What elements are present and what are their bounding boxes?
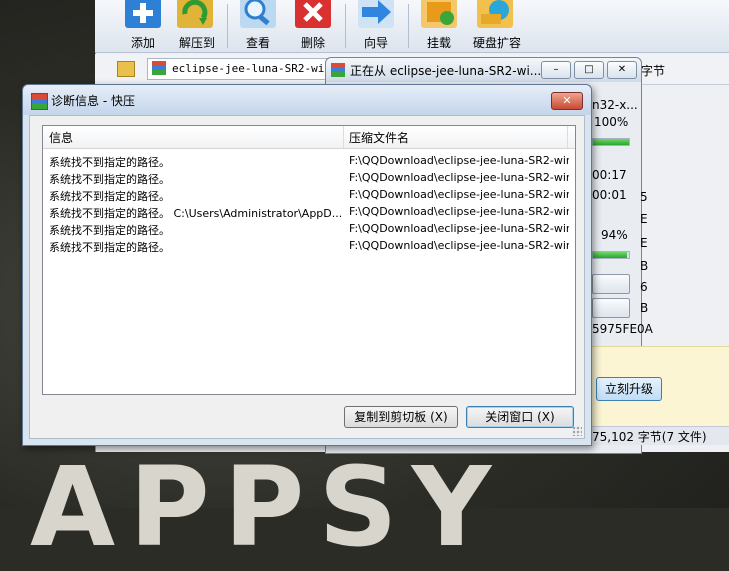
column-separator[interactable] (343, 126, 344, 148)
background-button[interactable] (592, 274, 630, 294)
disk-expand-icon (477, 0, 513, 28)
current-filename: n32-x... (592, 98, 638, 112)
list-item[interactable]: 系统找不到指定的路径。 F:\QQDownload\eclipse-jee-lu… (43, 152, 575, 169)
extract-label: 解压到 (178, 36, 215, 50)
mount-icon (421, 0, 457, 28)
info-cell: 系统找不到指定的路径。 C:\Users\Administrator\AppD.… (49, 207, 341, 220)
list-header: 信息 压缩文件名 (43, 126, 575, 149)
dialog-titlebar: 诊断信息 - 快压 ✕ (23, 85, 591, 115)
size-cell: E (640, 212, 648, 226)
upgrade-now-button[interactable]: 立刻升级 (596, 377, 662, 401)
pause-button[interactable] (592, 298, 630, 318)
mount-button[interactable]: 挂载 (409, 0, 469, 52)
total-percent: 100% (594, 115, 629, 129)
upgrade-panel: 立刻升级 (590, 346, 729, 427)
extract-icon (177, 0, 213, 28)
view-label: 查看 (245, 36, 270, 50)
add-button[interactable]: 添加 (113, 0, 173, 52)
info-cell: 系统找不到指定的路径。 (49, 224, 170, 237)
archive-cell: F:\QQDownload\eclipse-jee-luna-SR2-win..… (349, 239, 569, 252)
file-progress-bar (592, 251, 630, 259)
crc-cell: 5975FE0A (592, 322, 653, 336)
add-icon (125, 0, 161, 28)
app-icon (331, 63, 345, 77)
main-toolbar: 添加 解压到 查看 删除 向导 挂载 硬盘扩容 (95, 0, 729, 53)
status-bar: 75,102 字节(7 文件) (590, 426, 729, 445)
app-icon (31, 93, 48, 110)
progress-title: 正在从 eclipse-jee-luna-SR2-wi... (350, 64, 542, 78)
resize-grip[interactable] (572, 426, 582, 436)
info-cell: 系统找不到指定的路径。 (49, 173, 170, 186)
file-percent: 94% (601, 228, 628, 242)
view-icon (240, 0, 276, 28)
archive-cell: F:\QQDownload\eclipse-jee-luna-SR2-win..… (349, 222, 569, 235)
list-item[interactable]: 系统找不到指定的路径。 F:\QQDownload\eclipse-jee-lu… (43, 186, 575, 203)
list-item[interactable]: 系统找不到指定的路径。 C:\Users\Administrator\AppD.… (43, 203, 575, 220)
archive-cell: F:\QQDownload\eclipse-jee-luna-SR2-win..… (349, 188, 569, 201)
total-progress-fill (593, 139, 629, 145)
status-text: 75,102 字节(7 文件) (592, 430, 707, 444)
total-progress-bar (592, 138, 630, 146)
progress-titlebar: 正在从 eclipse-jee-luna-SR2-wi... – □ ✕ (326, 58, 641, 82)
list-item[interactable]: 系统找不到指定的路径。 F:\QQDownload\eclipse-jee-lu… (43, 220, 575, 237)
archive-cell: F:\QQDownload\eclipse-jee-luna-SR2-win..… (349, 205, 569, 218)
info-cell: 系统找不到指定的路径。 (49, 241, 170, 254)
disk-expand-button[interactable]: 硬盘扩容 (465, 0, 529, 52)
size-cell: E (640, 236, 648, 250)
size-cell: 5 (640, 190, 648, 204)
dialog-body: 信息 压缩文件名 系统找不到指定的路径。 F:\QQDownload\eclip… (29, 115, 585, 439)
wizard-icon (358, 0, 394, 28)
size-cell: 6 (640, 280, 648, 294)
list-item[interactable]: 系统找不到指定的路径。 F:\QQDownload\eclipse-jee-lu… (43, 237, 575, 254)
wizard-label: 向导 (363, 36, 388, 50)
info-cell: 系统找不到指定的路径。 (49, 156, 170, 169)
wizard-button[interactable]: 向导 (346, 0, 406, 52)
view-button[interactable]: 查看 (228, 0, 288, 52)
copy-to-clipboard-button[interactable]: 复制到剪切板 (X) (344, 406, 458, 428)
elapsed-time: 00:17 (592, 168, 627, 182)
dialog-title: 诊断信息 - 快压 (51, 94, 135, 108)
address-value: eclipse-jee-luna-SR2-win3 (172, 62, 338, 75)
column-header-archive[interactable]: 压缩文件名 (349, 129, 409, 146)
archive-cell: F:\QQDownload\eclipse-jee-luna-SR2-win..… (349, 154, 569, 167)
diagnostic-list[interactable]: 信息 压缩文件名 系统找不到指定的路径。 F:\QQDownload\eclip… (42, 125, 576, 395)
size-cell: B (640, 301, 649, 315)
delete-button[interactable]: 删除 (283, 0, 343, 52)
address-right-text: 字节 (641, 64, 666, 78)
remaining-time: 00:01 (592, 188, 627, 202)
archive-cell: F:\QQDownload\eclipse-jee-luna-SR2-win..… (349, 171, 569, 184)
archive-icon (152, 61, 166, 75)
list-item[interactable]: 系统找不到指定的路径。 F:\QQDownload\eclipse-jee-lu… (43, 169, 575, 186)
mount-label: 挂载 (426, 36, 451, 50)
add-label: 添加 (130, 36, 155, 50)
wallpaper-logo-text: APPSY (30, 443, 506, 571)
size-cell: B (640, 259, 649, 273)
disk-expand-label: 硬盘扩容 (472, 36, 521, 50)
delete-label: 删除 (300, 36, 325, 50)
info-cell: 系统找不到指定的路径。 (49, 190, 170, 203)
up-folder-icon[interactable] (117, 61, 135, 77)
column-header-info[interactable]: 信息 (49, 129, 73, 146)
diagnostic-dialog: 诊断信息 - 快压 ✕ 信息 压缩文件名 系统找不到指定的路径。 F:\QQDo… (22, 84, 592, 446)
close-window-button[interactable]: 关闭窗口 (X) (466, 406, 574, 428)
column-separator[interactable] (567, 126, 568, 148)
dialog-close-button[interactable]: ✕ (551, 92, 583, 110)
close-button[interactable]: ✕ (607, 61, 637, 79)
file-progress-fill (593, 252, 627, 258)
minimize-button[interactable]: – (541, 61, 571, 79)
maximize-button[interactable]: □ (574, 61, 604, 79)
delete-icon (295, 0, 331, 28)
extract-button[interactable]: 解压到 (165, 0, 229, 52)
